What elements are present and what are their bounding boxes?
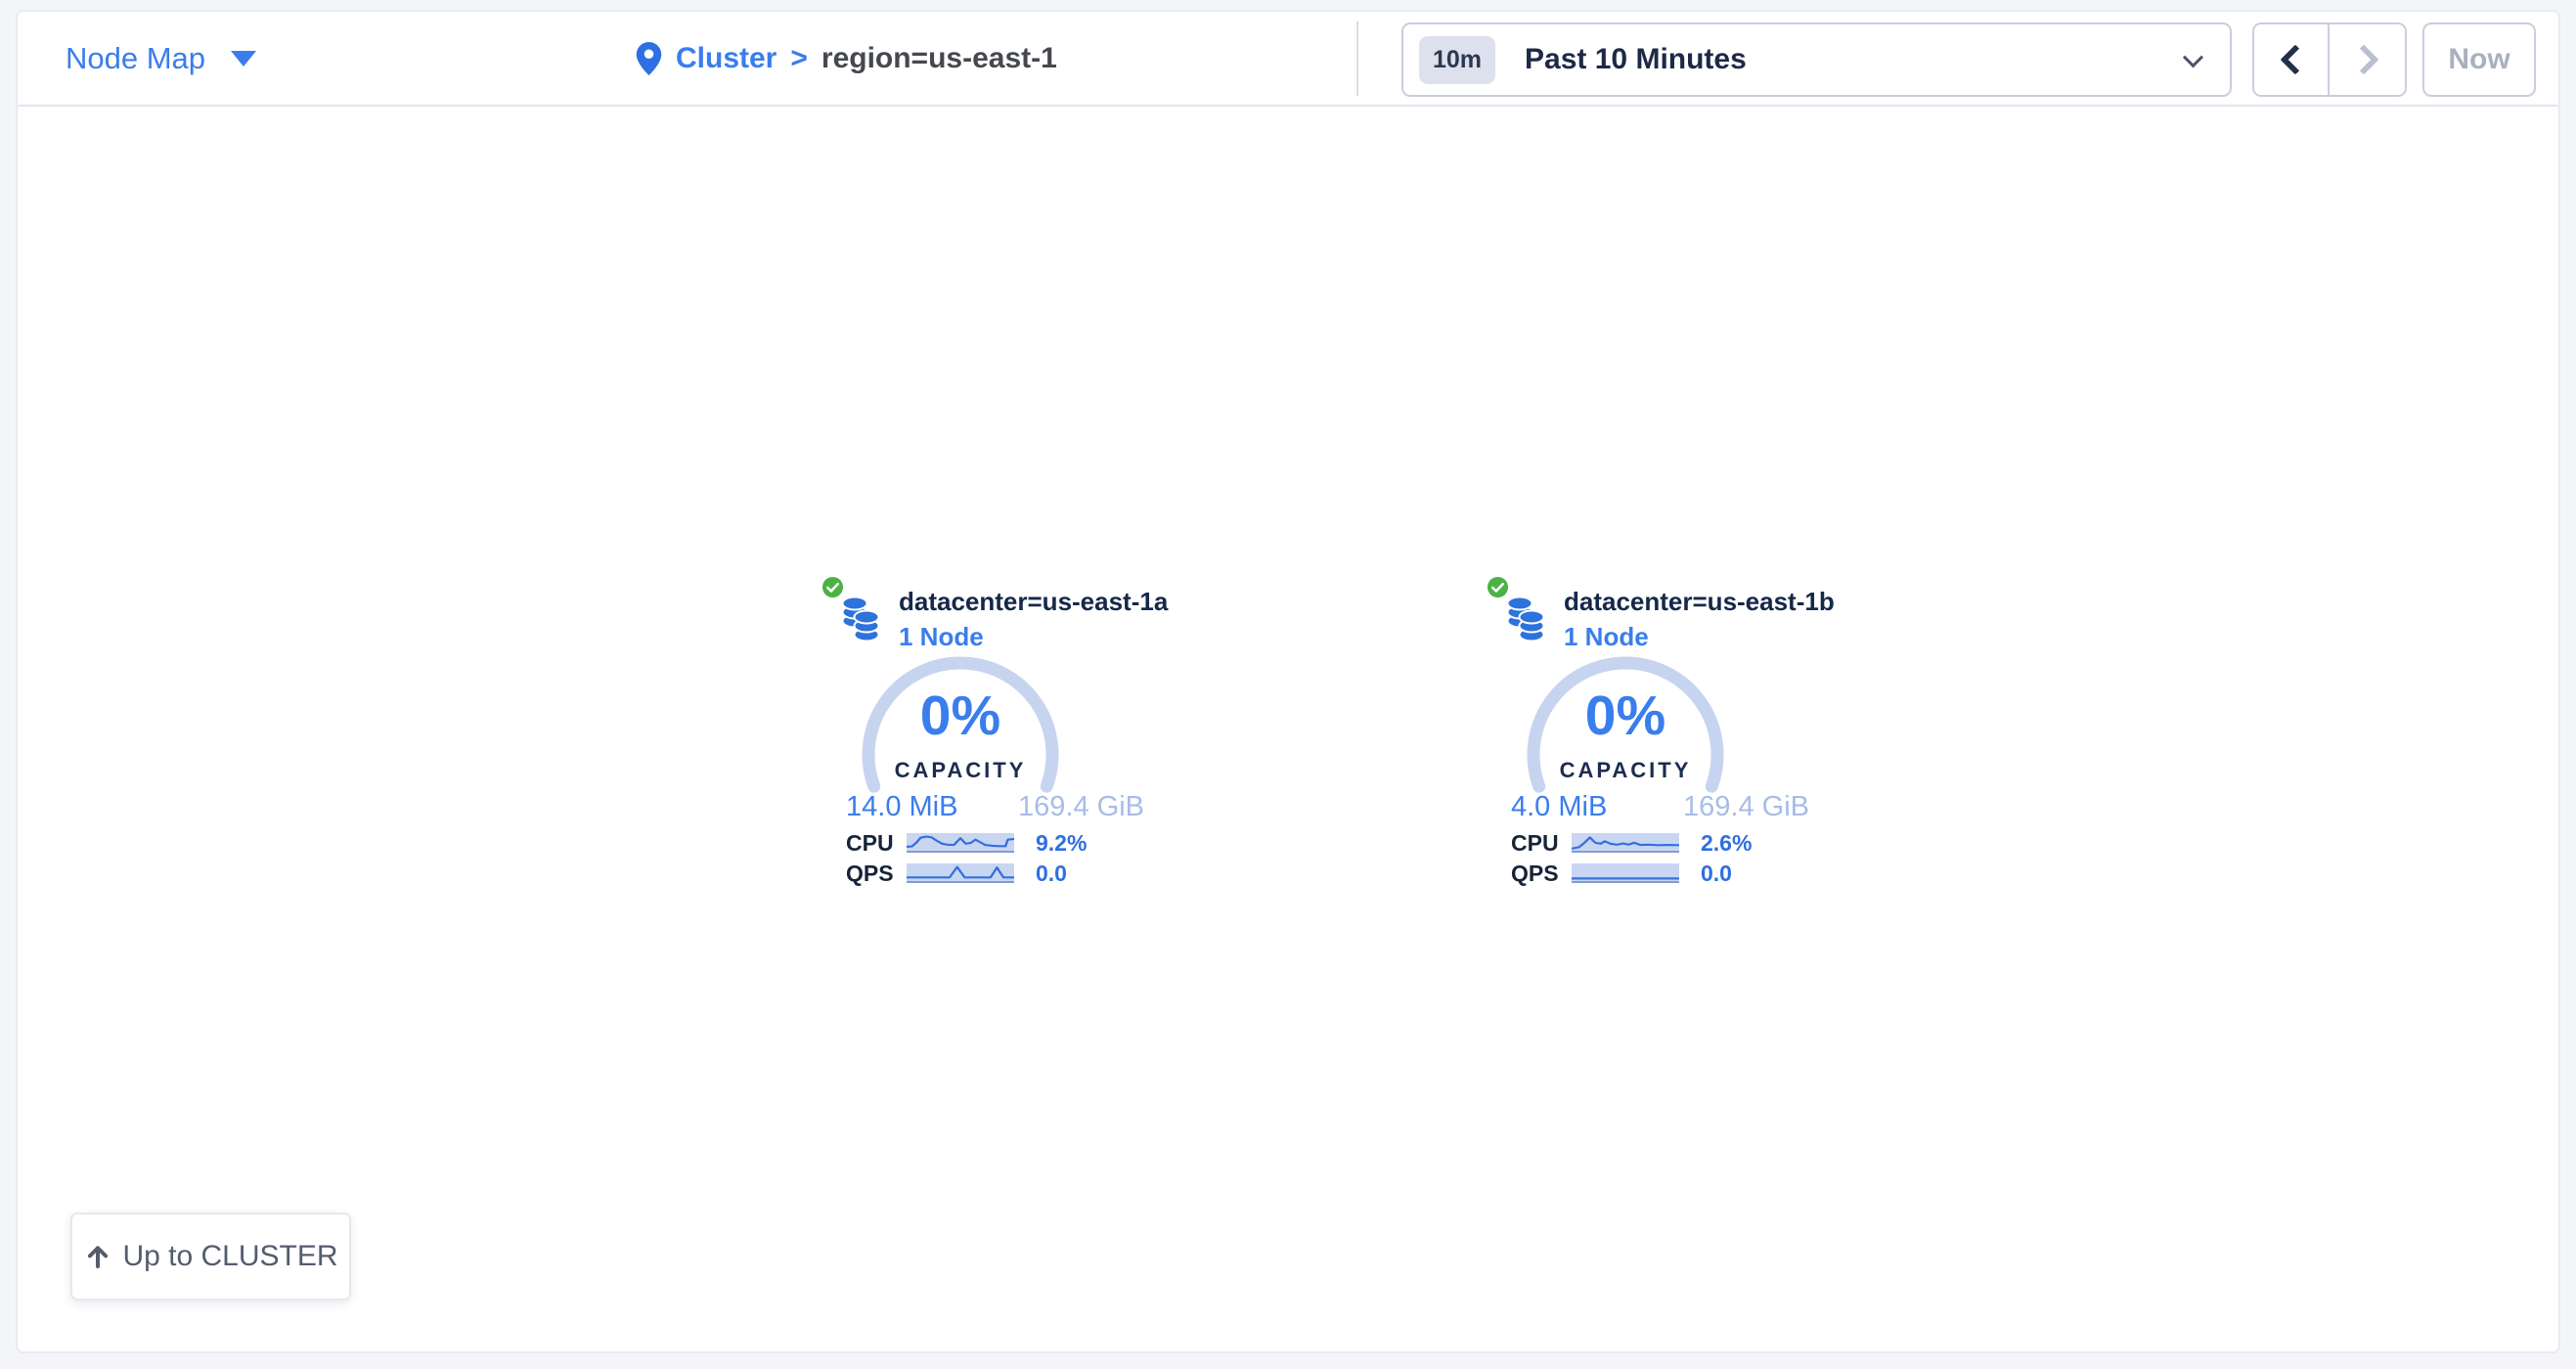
caret-down-icon xyxy=(231,51,256,66)
qps-sparkline xyxy=(907,863,1014,883)
chevron-down-icon xyxy=(2183,47,2203,67)
cpu-label: CPU xyxy=(1511,830,1556,857)
time-range-badge: 10m xyxy=(1419,36,1495,84)
view-mode-selector[interactable]: Node Map xyxy=(66,12,256,105)
time-range-dropdown[interactable]: 10m Past 10 Minutes xyxy=(1401,22,2232,97)
capacity-values: 14.0 MiB 169.4 GiB xyxy=(846,791,1144,823)
cpu-metric-row: CPU 9.2% xyxy=(846,830,1151,856)
cpu-sparkline xyxy=(907,833,1014,853)
view-mode-label: Node Map xyxy=(66,41,205,76)
up-arrow-icon xyxy=(83,1242,112,1271)
capacity-used-value: 14.0 MiB xyxy=(846,791,957,823)
cpu-value: 9.2% xyxy=(1036,830,1087,857)
time-next-button[interactable] xyxy=(2330,24,2405,95)
qps-sparkline xyxy=(1572,863,1679,883)
breadcrumb: Cluster > region=us-east-1 xyxy=(636,12,1057,105)
top-bar: Node Map Cluster > region=us-east-1 10m … xyxy=(18,12,2558,107)
qps-label: QPS xyxy=(846,861,891,887)
qps-value: 0.0 xyxy=(1701,861,1732,887)
cpu-sparkline xyxy=(1572,833,1679,853)
capacity-values: 4.0 MiB 169.4 GiB xyxy=(1511,791,1809,823)
capacity-total-value: 169.4 GiB xyxy=(1683,791,1809,823)
locality-card-us-east-1b[interactable]: datacenter=us-east-1b 1 Node 0% CAPACITY… xyxy=(1479,574,1816,902)
capacity-percent: 0% xyxy=(1528,684,1723,748)
capacity-percent: 0% xyxy=(863,684,1058,748)
chevron-left-icon xyxy=(2280,44,2310,74)
qps-metric-row: QPS 0.0 xyxy=(1511,861,1816,886)
time-range-label: Past 10 Minutes xyxy=(1525,43,1747,76)
up-to-cluster-label: Up to CLUSTER xyxy=(122,1240,337,1273)
qps-label: QPS xyxy=(1511,861,1556,887)
now-button[interactable]: Now xyxy=(2422,22,2536,97)
time-nav-buttons xyxy=(2252,22,2407,97)
capacity-label: CAPACITY xyxy=(863,758,1058,783)
cpu-value: 2.6% xyxy=(1701,830,1752,857)
cpu-metric-row: CPU 2.6% xyxy=(1511,830,1816,856)
chevron-right-icon xyxy=(2348,44,2378,74)
header-divider xyxy=(1356,22,1358,96)
up-to-cluster-button[interactable]: Up to CLUSTER xyxy=(70,1213,351,1301)
breadcrumb-separator: > xyxy=(790,42,808,75)
main-panel: Node Map Cluster > region=us-east-1 10m … xyxy=(16,10,2560,1353)
breadcrumb-cluster-link[interactable]: Cluster xyxy=(676,42,777,75)
capacity-used-value: 4.0 MiB xyxy=(1511,791,1607,823)
capacity-label: CAPACITY xyxy=(1528,758,1723,783)
breadcrumb-current: region=us-east-1 xyxy=(822,42,1057,75)
locality-card-us-east-1a[interactable]: datacenter=us-east-1a 1 Node 0% CAPACITY… xyxy=(814,574,1151,902)
time-prev-button[interactable] xyxy=(2254,24,2330,95)
qps-metric-row: QPS 0.0 xyxy=(846,861,1151,886)
cpu-label: CPU xyxy=(846,830,891,857)
location-pin-icon xyxy=(636,42,662,75)
qps-value: 0.0 xyxy=(1036,861,1067,887)
capacity-total-value: 169.4 GiB xyxy=(1018,791,1144,823)
